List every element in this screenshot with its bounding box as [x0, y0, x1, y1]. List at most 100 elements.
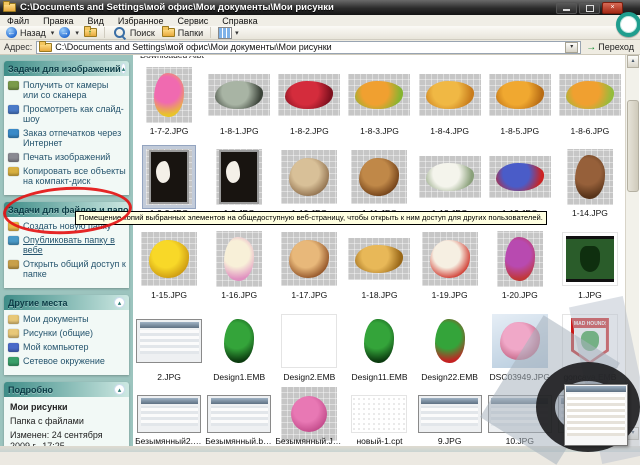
sidebar-panel-picture-tasks: Задачи для изображений ▴ Получить от камер… — [4, 61, 129, 195]
thumbnail-box — [207, 394, 272, 434]
thumbnail-box — [141, 230, 198, 288]
file-item[interactable]: 1-18.JPG — [344, 230, 414, 312]
panel-header-picture-tasks[interactable]: Задачи для изображений ▴ — [4, 61, 129, 76]
address-dropdown-icon[interactable]: ▾ — [565, 41, 579, 53]
sidebar-item[interactable]: Копировать все объекты на компакт-диск — [8, 166, 126, 186]
file-item[interactable]: новый-1.cpt — [344, 394, 414, 446]
file-item[interactable]: Безымянный.bmp — [204, 394, 274, 446]
chevron-up-icon[interactable]: ▴ — [120, 63, 127, 74]
chevron-up-icon[interactable]: ▴ — [114, 384, 125, 395]
thumbnail-image — [281, 314, 338, 368]
thumbnail-box — [278, 66, 341, 124]
file-item[interactable]: 1-8-6.JPG — [555, 66, 625, 148]
file-label: 1-16.JPG — [221, 290, 258, 300]
file-item[interactable]: Design11.EMB — [344, 312, 414, 394]
panel-header-details[interactable]: Подробно ▴ — [4, 382, 129, 397]
file-row-3: 1-15.JPG 1-16.JPG 1-17.JPG 1-18.JPG 1-19.JPG… — [134, 230, 625, 312]
profile-motif — [221, 152, 258, 202]
file-item[interactable]: 1-15.JPG — [134, 230, 204, 312]
file-item[interactable]: 1-14.JPG — [555, 148, 625, 230]
scroll-up-icon[interactable]: ▴ — [627, 55, 639, 68]
thumbnail-image — [356, 313, 402, 369]
design-motif — [215, 81, 264, 109]
chevron-up-icon[interactable]: ▴ — [114, 297, 125, 308]
file-item[interactable]: Design1.EMB — [204, 312, 274, 394]
sidebar-item[interactable]: Печать изображений — [8, 152, 126, 162]
menu-item-5[interactable]: Справка — [215, 16, 264, 26]
thumbnail-image — [208, 74, 271, 116]
thumbnail-box — [136, 312, 203, 370]
scrollbar-thumb[interactable] — [627, 100, 639, 192]
file-item[interactable]: 1-17.JPG — [274, 230, 344, 312]
sidebar-item-label: Сетевое окружение — [23, 356, 105, 366]
file-item[interactable]: 1-8-2.JPG — [274, 66, 344, 148]
thumbnail-box — [488, 66, 551, 124]
square-inner — [579, 246, 600, 272]
sidebar-item[interactable]: Получить от камеры или со сканера — [8, 80, 126, 100]
file-item[interactable]: Design22.EMB — [415, 312, 485, 394]
file-item[interactable]: 2.JPG — [134, 312, 204, 394]
file-item[interactable]: 1-19.JPG — [415, 230, 485, 312]
sidebar-item-label: Рисунки (общие) — [23, 328, 94, 338]
go-button[interactable]: → Переход — [586, 42, 634, 53]
tooltip: Помещение копий выбранных элементов на о… — [75, 211, 547, 225]
menu-item-1[interactable]: Правка — [36, 16, 80, 26]
file-item[interactable]: 1-16.JPG — [204, 230, 274, 312]
thumbnail-image — [488, 156, 551, 198]
file-item[interactable]: Безымянный2.bmp — [134, 394, 204, 446]
publish-web-icon — [8, 236, 19, 245]
title-bar: C:\Documents and Settings\мой офис\Мои д… — [0, 0, 640, 15]
sidebar-item[interactable]: Открыть общий доступ к папке — [8, 259, 126, 279]
file-item[interactable]: Design2.EMB — [274, 312, 344, 394]
thumbnail-image — [136, 319, 203, 363]
back-dropdown-icon[interactable]: ▾ — [51, 29, 55, 37]
forward-button[interactable]: → — [57, 27, 72, 38]
sidebar-item[interactable]: Опубликовать папку в вебе — [8, 235, 126, 255]
sidebar-item[interactable]: Заказ отпечатков через Интернет — [8, 128, 126, 148]
watermark-screenshot — [564, 384, 628, 446]
file-item[interactable]: 1-7-2.JPG — [134, 66, 204, 148]
search-label: Поиск — [129, 27, 155, 38]
folders-button[interactable]: Папки — [160, 26, 205, 38]
design-motif — [154, 73, 185, 117]
profile-motif — [151, 152, 188, 202]
menu-item-4[interactable]: Сервис — [170, 16, 215, 26]
menu-item-2[interactable]: Вид — [81, 16, 111, 26]
file-label: 1.JPG — [578, 290, 602, 300]
clipped-file-label — [344, 56, 414, 61]
sidebar-item[interactable]: Просмотреть как слайд-шоу — [8, 104, 126, 124]
thumbnail-box — [216, 148, 263, 206]
file-item[interactable]: 9.JPG — [415, 394, 485, 446]
back-button[interactable]: ← Назад — [4, 27, 48, 38]
design-motif — [429, 240, 470, 278]
file-item[interactable]: Безымянный.JPG — [274, 387, 344, 446]
file-item[interactable]: 1-8-5.JPG — [485, 66, 555, 148]
file-item[interactable]: 1-8-1.JPG — [204, 66, 274, 148]
close-button[interactable]: × — [602, 1, 623, 14]
file-label: Design22.EMB — [421, 372, 478, 382]
sidebar-item[interactable]: Рисунки (общие) — [8, 328, 126, 338]
menu-item-0[interactable]: Файл — [0, 16, 36, 26]
address-folder-icon — [39, 40, 53, 52]
design-motif — [504, 237, 535, 281]
address-path: C:\Documents and Settings\мой офис\Мои д… — [55, 42, 332, 52]
sidebar-item[interactable]: Мои документы — [8, 314, 126, 324]
file-item[interactable]: 1-8-3.JPG — [344, 66, 414, 148]
maximize-button[interactable] — [579, 1, 600, 14]
panel-header-other-places[interactable]: Другие места ▴ — [4, 295, 129, 310]
sidebar-item[interactable]: Сетевое окружение — [8, 356, 126, 366]
file-item[interactable]: 1-20.JPG — [485, 230, 555, 312]
panel-body: Получить от камеры или со сканера Просмот… — [4, 76, 129, 195]
up-button[interactable]: ↑ — [82, 26, 99, 37]
address-input[interactable]: C:\Documents and Settings\мой офис\Мои д… — [36, 40, 582, 54]
forward-dropdown-icon[interactable]: ▾ — [75, 29, 79, 37]
menu-item-3[interactable]: Избранное — [111, 16, 171, 26]
views-button[interactable]: ▾ — [216, 26, 241, 39]
thumbnail-image — [418, 156, 481, 198]
sidebar-item[interactable]: Мой компьютер — [8, 342, 126, 352]
thumbnail-box — [146, 66, 193, 124]
file-item[interactable]: 1-8-4.JPG — [415, 66, 485, 148]
go-label: Переход — [598, 42, 634, 52]
search-button[interactable]: Поиск — [110, 27, 157, 38]
minimize-button[interactable] — [556, 1, 577, 14]
